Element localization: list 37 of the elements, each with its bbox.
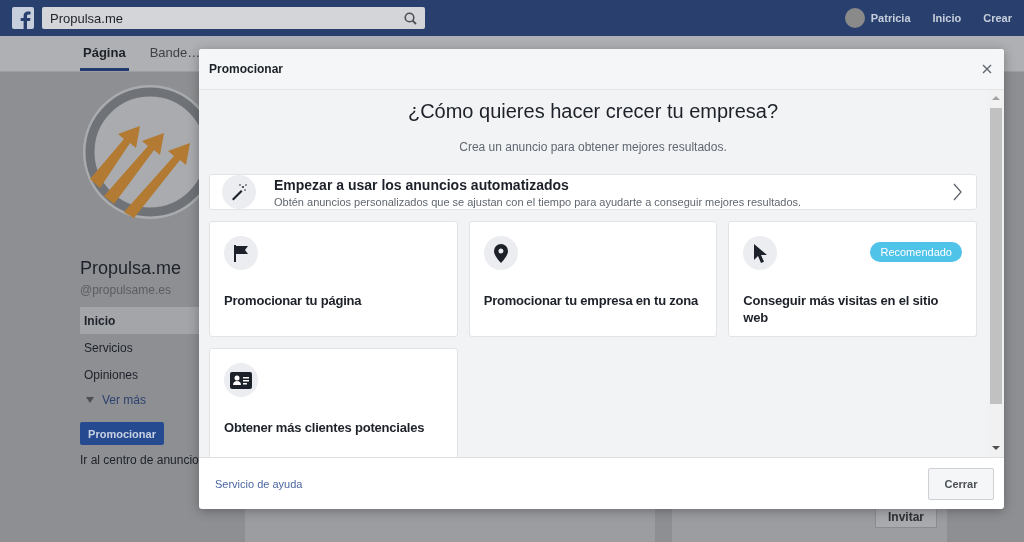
promotion-option-card[interactable]: Recomendado Conseguir más visitas en el sitio web	[728, 221, 977, 337]
close-icon	[982, 64, 992, 74]
close-dialog-button[interactable]: Cerrar	[928, 467, 994, 500]
dialog-title: Promocionar	[209, 62, 283, 76]
promote-button[interactable]: Promocionar	[80, 422, 164, 445]
recommended-badge: Recomendado	[870, 242, 962, 262]
option-title: Conseguir más visitas en el sitio web	[743, 292, 940, 326]
help-link[interactable]: Servicio de ayuda	[215, 477, 303, 490]
location-pin-icon	[493, 243, 508, 263]
profile-link[interactable]: Patricia	[844, 8, 911, 28]
search-field[interactable]: Propulsa.me	[42, 7, 425, 29]
chevron-right-icon	[953, 183, 962, 201]
page-tab[interactable]: Página	[80, 36, 129, 71]
flag-icon	[232, 243, 250, 263]
close-button[interactable]	[980, 62, 994, 76]
option-title: Promocionar tu página	[224, 292, 363, 309]
page-name: Propulsa.me	[80, 258, 183, 279]
promotion-option-card[interactable]: Promocionar tu empresa en tu zona	[468, 221, 718, 337]
caret-icon	[86, 397, 94, 403]
option-title: Obtener más clientes potenciales	[224, 419, 426, 436]
dialog-subtitle: Crea un anuncio para obtener mejores resultados.	[458, 140, 728, 154]
avatar	[844, 8, 865, 28]
nav-link[interactable]: Crear	[983, 12, 1012, 24]
nav-link[interactable]: Inicio	[932, 12, 962, 24]
promotion-option-card[interactable]: Promocionar tu página	[209, 221, 458, 337]
dialog-heading: ¿Cómo quieres hacer crecer tu empresa?	[406, 100, 780, 123]
option-title: Empezar a usar los anuncios automatizados	[274, 176, 570, 193]
logo-icon[interactable]	[12, 7, 34, 29]
option-title: Promocionar tu empresa en tu zona	[483, 292, 700, 309]
cursor-icon	[753, 243, 768, 263]
option-description: Obtén anuncios personalizados que se ajustan con el tiempo para ayudarte a conseguir mejores resultados.	[274, 195, 803, 208]
automated-ads-option[interactable]: Empezar a usar los anuncios automatizados Obtén anuncios personalizados que se ajustan con el tiempo para ayudarte a conseguir mejores resultados.	[209, 174, 977, 210]
promotion-option-card[interactable]: Obtener más clientes potenciales	[209, 348, 458, 457]
search-icon[interactable]	[404, 11, 417, 25]
magic-wand-icon	[230, 183, 248, 201]
page-tab[interactable]: Bande…	[146, 36, 204, 71]
contact-card-icon	[230, 371, 252, 389]
